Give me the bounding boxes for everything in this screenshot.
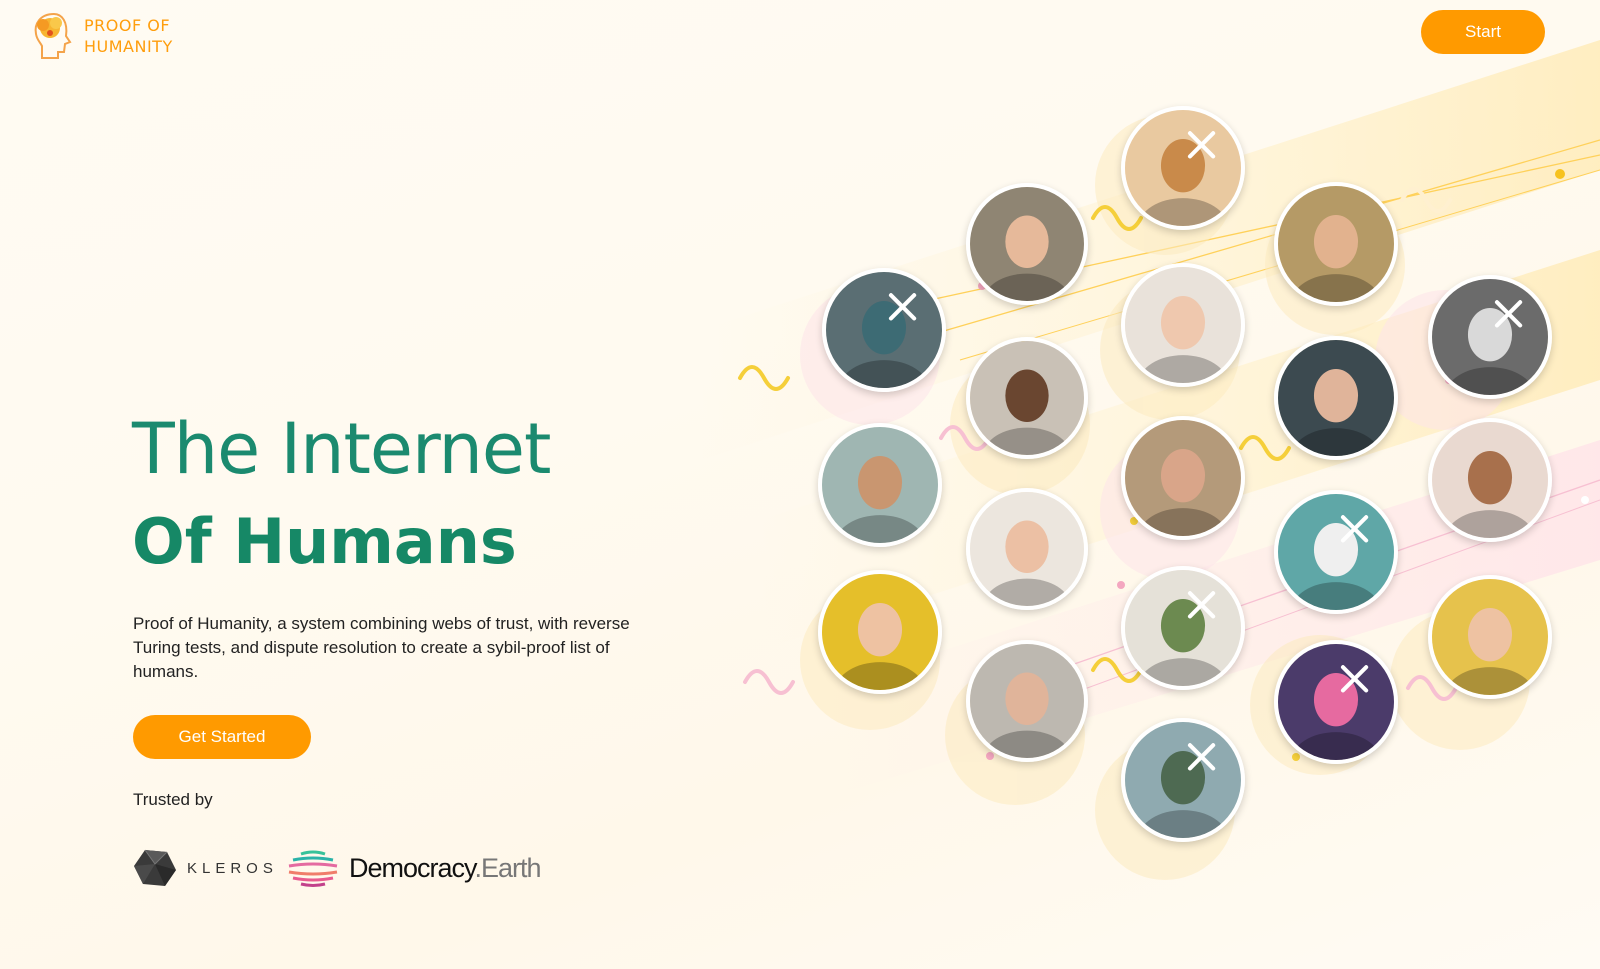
democracy-earth-name: Democracy.Earth: [349, 852, 542, 884]
avatar-woman-hair-bun[interactable]: [1121, 263, 1245, 387]
partner-kleros[interactable]: KLEROS: [133, 848, 278, 888]
avatar-woman-curly-hair[interactable]: [818, 423, 942, 547]
portrait-face: [1005, 215, 1049, 268]
older-man-portrait: [1125, 420, 1241, 536]
woman-brunette-smiling-portrait: [1278, 186, 1394, 302]
brain-head-logo-icon: [34, 12, 72, 59]
democracy-earth-name-bold: Democracy: [349, 852, 476, 883]
astronaut-portrait: [1432, 279, 1548, 395]
portrait-face: [857, 456, 903, 510]
woman-yellow-bg-portrait: [822, 574, 938, 690]
portrait-face: [1313, 369, 1359, 423]
avatar-robot-toy[interactable]: [822, 268, 946, 392]
young-man-yellow-bg-portrait: [1432, 579, 1548, 695]
avatar-panda-mask[interactable]: [1274, 490, 1398, 614]
woman-hair-bun-portrait: [1125, 267, 1241, 383]
avatar-armored-soldier[interactable]: [1121, 718, 1245, 842]
avatar-dog-party-hat[interactable]: [1121, 106, 1245, 230]
avatar-woman-leaf[interactable]: [1121, 566, 1245, 690]
armored-soldier-portrait: [1125, 722, 1241, 838]
man-smiling-dark-skin-portrait: [970, 341, 1084, 455]
avatar-man-glasses[interactable]: [966, 640, 1088, 762]
portrait-face: [857, 603, 903, 657]
kleros-name: KLEROS: [187, 859, 278, 877]
portrait-face: [1467, 451, 1513, 505]
kleros-logo-icon: [134, 849, 176, 886]
avatar-colorful-mask[interactable]: [1274, 640, 1398, 764]
avatar-man-smiling-dark-skin[interactable]: [966, 337, 1088, 459]
avatar-woman-blonde[interactable]: [966, 183, 1088, 305]
logo-text-line1: PROOF OF: [84, 16, 171, 35]
colorful-mask-portrait: [1278, 644, 1394, 760]
avatar-man-suit[interactable]: [1274, 336, 1398, 460]
avatar-woman-curly-glasses[interactable]: [1428, 418, 1552, 542]
woman-curly-glasses-portrait: [1432, 422, 1548, 538]
logo-text-line2: HUMANITY: [84, 37, 173, 56]
dog-party-hat-portrait: [1125, 110, 1241, 226]
logo-text: PROOF OF HUMANITY: [84, 15, 173, 57]
woman-pink-blazer-portrait: [970, 492, 1084, 606]
avatar-woman-pink-blazer[interactable]: [966, 488, 1088, 610]
avatar-older-man[interactable]: [1121, 416, 1245, 540]
portrait-face: [1005, 520, 1049, 573]
start-button[interactable]: Start: [1421, 10, 1545, 54]
robot-toy-portrait: [826, 272, 942, 388]
portrait-face: [1160, 296, 1206, 350]
panda-mask-portrait: [1278, 494, 1394, 610]
woman-leaf-portrait: [1125, 570, 1241, 686]
hero-title-line1: The Internet: [132, 408, 551, 490]
avatar-woman-yellow-bg[interactable]: [818, 570, 942, 694]
woman-blonde-portrait: [970, 187, 1084, 301]
get-started-button[interactable]: Get Started: [133, 715, 311, 759]
portrait-face: [1313, 215, 1359, 269]
partner-democracy-earth[interactable]: Democracy.Earth: [285, 848, 542, 888]
portrait-face: [1160, 449, 1206, 503]
portrait-face: [1467, 608, 1513, 662]
logo[interactable]: PROOF OF HUMANITY: [30, 10, 173, 62]
trusted-by-label: Trusted by: [133, 790, 213, 809]
man-suit-portrait: [1278, 340, 1394, 456]
democracy-earth-logo-icon: [288, 850, 338, 887]
portrait-face: [1005, 369, 1049, 422]
woman-curly-hair-portrait: [822, 427, 938, 543]
man-glasses-portrait: [970, 644, 1084, 758]
democracy-earth-name-thin: .Earth: [474, 852, 542, 883]
portrait-face: [1005, 672, 1049, 725]
hero-title-line2: Of Humans: [132, 505, 517, 578]
avatar-young-man-yellow-bg[interactable]: [1428, 575, 1552, 699]
avatar-woman-brunette-smiling[interactable]: [1274, 182, 1398, 306]
avatar-astronaut[interactable]: [1428, 275, 1552, 399]
hero-description: Proof of Humanity, a system combining we…: [133, 614, 630, 681]
